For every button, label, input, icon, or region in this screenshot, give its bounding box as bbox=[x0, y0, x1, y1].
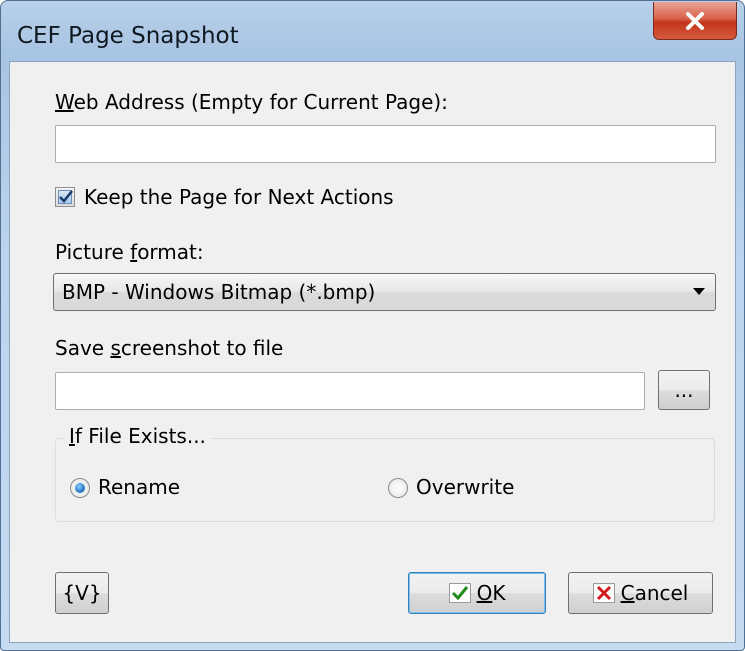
window-title: CEF Page Snapshot bbox=[17, 23, 239, 49]
ok-label-rest: K bbox=[492, 581, 506, 605]
dialog-window: CEF Page Snapshot Web Address (Empty for… bbox=[0, 0, 745, 651]
variables-button-label: {V} bbox=[62, 581, 102, 605]
cancel-label-rest: ancel bbox=[634, 581, 689, 605]
dropdown-arrow-icon bbox=[693, 288, 705, 295]
web-address-input[interactable] bbox=[55, 125, 716, 163]
if-file-exists-title-text: f File Exists... bbox=[74, 424, 206, 448]
browse-button[interactable]: ... bbox=[658, 370, 710, 410]
web-address-label-text: eb Address (Empty for Current Page): bbox=[73, 90, 448, 114]
dialog-client-area: Web Address (Empty for Current Page): Ke… bbox=[9, 61, 736, 643]
save-file-label-after: creenshot to file bbox=[120, 336, 284, 360]
cancel-button[interactable]: Cancel bbox=[568, 572, 713, 614]
close-icon bbox=[686, 11, 704, 30]
ok-button-label: OK bbox=[477, 581, 506, 605]
checkmark-icon bbox=[59, 190, 74, 203]
save-file-input[interactable] bbox=[55, 372, 645, 410]
cancel-x-icon bbox=[592, 583, 615, 603]
save-file-label-before: Save bbox=[55, 336, 111, 360]
close-button[interactable] bbox=[653, 2, 737, 40]
variables-button[interactable]: {V} bbox=[55, 572, 109, 614]
picture-format-label: Picture format: bbox=[55, 240, 204, 264]
cancel-button-label: Cancel bbox=[621, 581, 689, 605]
picture-format-label-before: Picture bbox=[55, 240, 131, 264]
save-file-label: Save screenshot to file bbox=[55, 336, 283, 360]
radio-selected-dot bbox=[75, 483, 85, 493]
web-address-label: Web Address (Empty for Current Page): bbox=[55, 90, 448, 114]
rename-radio[interactable] bbox=[70, 478, 90, 498]
overwrite-radio[interactable] bbox=[388, 478, 408, 498]
keep-page-checkbox[interactable] bbox=[55, 187, 75, 207]
if-file-exists-title: If File Exists... bbox=[65, 424, 210, 448]
picture-format-selected: BMP - Windows Bitmap (*.bmp) bbox=[62, 280, 376, 304]
rename-label[interactable]: Rename bbox=[98, 475, 180, 499]
web-address-mnemonic: W bbox=[55, 90, 74, 114]
cancel-mnemonic: C bbox=[620, 581, 635, 605]
keep-page-label[interactable]: Keep the Page for Next Actions bbox=[84, 185, 394, 209]
picture-format-select[interactable]: BMP - Windows Bitmap (*.bmp) bbox=[53, 273, 716, 311]
ok-button[interactable]: OK bbox=[408, 572, 546, 614]
overwrite-label[interactable]: Overwrite bbox=[416, 475, 514, 499]
ok-mnemonic: O bbox=[476, 581, 493, 605]
check-icon bbox=[448, 583, 471, 603]
title-bar[interactable]: CEF Page Snapshot bbox=[1, 1, 744, 61]
browse-button-label: ... bbox=[674, 378, 694, 402]
save-file-mnemonic: s bbox=[110, 336, 121, 360]
picture-format-label-after: ormat: bbox=[137, 240, 204, 264]
